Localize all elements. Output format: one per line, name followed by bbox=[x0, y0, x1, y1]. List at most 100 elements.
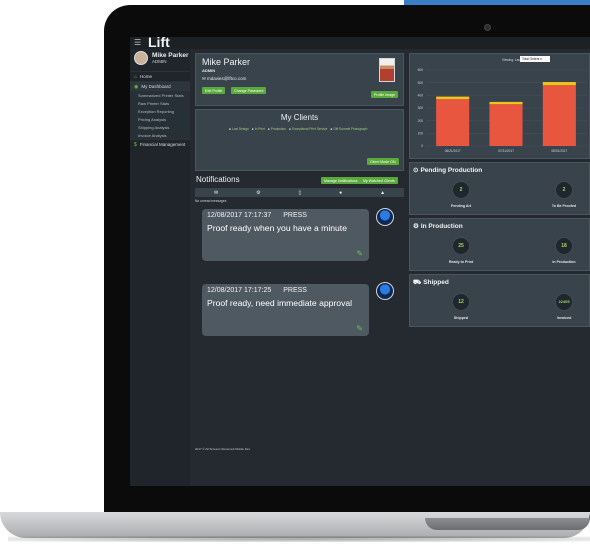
message-timestamp: 12/08/2017 17:17:25 bbox=[207, 287, 272, 294]
edit-icon[interactable]: ✎ bbox=[356, 249, 363, 258]
sidebar-nav: ⌂ Home ◉ My Dashboard Summarized Printer… bbox=[130, 71, 190, 149]
profile-name: Mike Parker bbox=[202, 57, 251, 67]
message-card[interactable]: 12/08/2017 17:17:37 PRESS Proof ready whe… bbox=[202, 209, 369, 261]
clients-card: My Clients Lost Design In Print Producti… bbox=[195, 109, 404, 171]
invoiced-count[interactable]: 22405 bbox=[555, 293, 573, 311]
chart-y-tick-label: 100 bbox=[418, 132, 424, 136]
message-text: Proof ready, need immediate approval bbox=[207, 298, 353, 308]
mail-icon[interactable]: ✉ bbox=[214, 190, 218, 196]
edit-icon[interactable]: ✎ bbox=[356, 324, 363, 333]
orders-chart-card: Viewing: Last 6 Months Total Orders ▾ 01… bbox=[409, 53, 590, 159]
chart-bar bbox=[489, 104, 523, 146]
sidebar-item-dashboard[interactable]: ◉ My Dashboard bbox=[130, 81, 190, 91]
avatar bbox=[376, 282, 394, 300]
main-content: Mike Parker ADMIN ✉ mdavies@lftco.com Ed… bbox=[190, 49, 590, 486]
chart-y-tick-label: 400 bbox=[418, 94, 424, 98]
notification-tabs: ✉ ⚙ ▯ ● ▲ bbox=[195, 188, 404, 197]
sidebar-subitem[interactable]: Shipping Analysis bbox=[130, 123, 190, 131]
phone-icon[interactable]: ▯ bbox=[298, 190, 301, 196]
message-header: 12/08/2017 17:17:25 PRESS bbox=[207, 287, 307, 294]
dashboard-icon: ◉ bbox=[134, 83, 139, 90]
chart-x-tick-label: 07/31/2017 bbox=[498, 149, 514, 153]
change-password-button[interactable]: Change Password bbox=[231, 87, 267, 94]
legend-item[interactable]: Production bbox=[268, 127, 286, 131]
profile-image-button[interactable]: Profile Image bbox=[371, 91, 399, 98]
legend-item[interactable]: In Print bbox=[252, 127, 265, 131]
message-card[interactable]: 12/08/2017 17:17:25 PRESS Proof ready, ne… bbox=[202, 284, 369, 336]
shipped-count[interactable]: 12 bbox=[452, 293, 470, 311]
message-header: 12/08/2017 17:17:37 PRESS bbox=[207, 212, 307, 219]
profile-role: ADMIN bbox=[202, 68, 216, 73]
clients-legend: Lost Design In Print Production Exceptio… bbox=[229, 127, 367, 131]
chart-y-tick-label: 300 bbox=[418, 106, 424, 110]
sidebar-subitem[interactable]: Raw Printer Stats bbox=[130, 99, 190, 107]
ready-to-print-label: Ready to Print bbox=[448, 260, 474, 264]
to-be-proofed-label: To Be Proofed bbox=[551, 204, 577, 208]
legend-item[interactable]: Gift Summit Photograph bbox=[330, 127, 367, 131]
money-icon: $ bbox=[134, 141, 137, 148]
chart-y-tick-label: 200 bbox=[418, 119, 424, 123]
menu-icon[interactable]: ☰ bbox=[134, 38, 141, 47]
client-mode-button[interactable]: Client Mode ON bbox=[367, 158, 399, 165]
sidebar-subitem[interactable]: Exception Reporting bbox=[130, 107, 190, 115]
profile-photo bbox=[379, 58, 395, 82]
sidebar-item-label: Home bbox=[140, 74, 153, 79]
avatar bbox=[376, 208, 394, 226]
panel-title: ⛟ Shipped bbox=[413, 278, 449, 287]
sidebar-item-home[interactable]: ⌂ Home bbox=[130, 71, 190, 81]
sidebar-user[interactable]: Mike Parker ADMIN bbox=[134, 51, 189, 65]
top-bar: ☰ Lift bbox=[130, 37, 590, 50]
user-role: ADMIN bbox=[152, 59, 167, 64]
manage-notifications-button[interactable]: Manage Notifications bbox=[321, 177, 361, 184]
message-tag: PRESS bbox=[283, 212, 307, 219]
chart-y-tick-label: 600 bbox=[418, 68, 424, 72]
to-be-proofed-count[interactable]: 2 bbox=[555, 181, 573, 199]
truck-icon: ⛟ bbox=[413, 279, 422, 286]
chart-x-tick-label: 06/21/2017 bbox=[445, 149, 461, 153]
sidebar-item-financial[interactable]: $ Financial Management bbox=[130, 139, 190, 149]
shipped-panel: ⛟ Shipped 12 Shipped 22405 Invoiced bbox=[409, 274, 590, 327]
orders-chart: 0 100 200 300 400 500 600 06/21/2017 07/31/2017 0… bbox=[418, 68, 586, 153]
in-production-label: In Production bbox=[552, 260, 576, 264]
in-production-panel: ⚙ In Production 25 Ready to Print 18 In P… bbox=[409, 218, 590, 271]
footer-text: 2017 © All Screens Reserved Mobile Dev bbox=[195, 447, 251, 451]
bell-icon[interactable]: ▲ bbox=[380, 190, 385, 196]
cogs-icon: ⚙ bbox=[413, 223, 419, 230]
pending-art-label: Pending Art bbox=[450, 204, 472, 208]
chart-bar bbox=[489, 101, 523, 105]
home-icon: ⌂ bbox=[134, 73, 138, 80]
sidebar-subitem[interactable]: Summarized Printer Stats bbox=[130, 91, 190, 99]
ready-to-print-count[interactable]: 25 bbox=[452, 237, 470, 255]
profile-email: ✉ mdavies@lftco.com bbox=[202, 76, 247, 81]
invoiced-label: Invoiced bbox=[556, 316, 572, 320]
laptop-mockup: ☰ Lift Mike Parker ADMIN ⌂ Home ◉ My Das… bbox=[0, 0, 590, 544]
sidebar-item-label: My Dashboard bbox=[141, 84, 171, 89]
legend-item[interactable]: Exceptional Print Service bbox=[289, 127, 327, 131]
panel-title-text: Shipped bbox=[423, 279, 449, 286]
in-production-count[interactable]: 18 bbox=[555, 237, 573, 255]
clients-title: My Clients bbox=[280, 113, 319, 122]
profile-card: Mike Parker ADMIN ✉ mdavies@lftco.com Ed… bbox=[195, 53, 404, 106]
sidebar-subitem[interactable]: Pricing Analysis bbox=[130, 115, 190, 123]
notifications-header: Notifications Manage Notifications My Wa… bbox=[195, 174, 404, 186]
pending-art-count[interactable]: 2 bbox=[452, 181, 470, 199]
chart-bar bbox=[436, 99, 470, 146]
chart-y-tick-label: 500 bbox=[418, 81, 424, 85]
notifications-title: Notifications bbox=[196, 175, 240, 184]
chart-bar bbox=[542, 85, 576, 146]
laptop-shadow bbox=[8, 536, 590, 542]
message-timestamp: 12/08/2017 17:17:37 bbox=[207, 212, 272, 219]
panel-title-text: Pending Production bbox=[420, 167, 483, 174]
chart-bar bbox=[542, 82, 576, 86]
chart-bar bbox=[436, 96, 470, 100]
chat-icon[interactable]: ● bbox=[339, 190, 342, 196]
sidebar: Mike Parker ADMIN ⌂ Home ◉ My Dashboard … bbox=[130, 49, 190, 486]
legend-item[interactable]: Lost Design bbox=[229, 127, 249, 131]
sidebar-subitem[interactable]: Invoice Analysis bbox=[130, 131, 190, 139]
edit-profile-button[interactable]: Edit Profile bbox=[202, 87, 226, 94]
message-text: Proof ready when you have a minute bbox=[207, 223, 347, 233]
watched-clients-button[interactable]: My Watched Clients bbox=[360, 177, 398, 184]
shipped-label: Shipped bbox=[453, 316, 469, 320]
chart-x-tick-label: 08/31/2017 bbox=[551, 149, 567, 153]
gear-icon[interactable]: ⚙ bbox=[256, 190, 260, 196]
